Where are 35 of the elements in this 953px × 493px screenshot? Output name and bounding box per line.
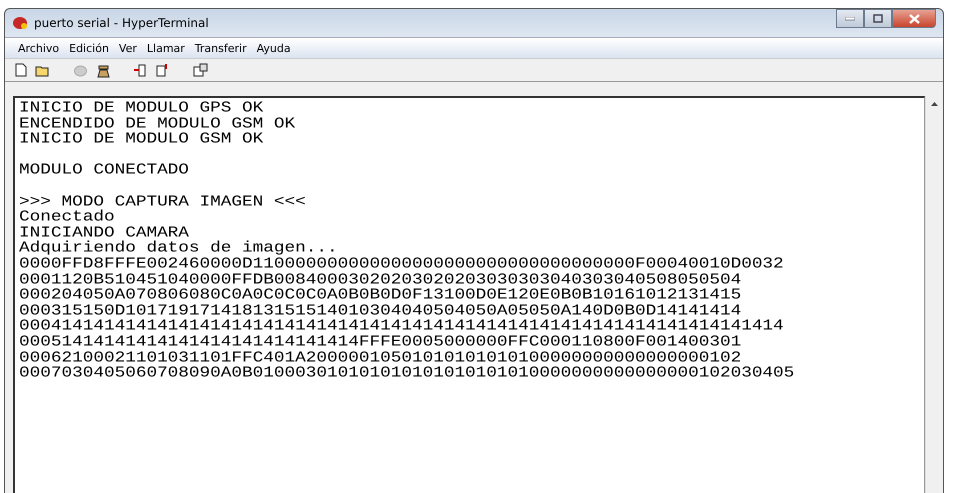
- menu-item[interactable]: Edición: [64, 42, 114, 54]
- terminal-line: 000315150D10171917141813151514010304040504050A05050A140D0B0D14141414: [19, 304, 742, 318]
- terminal-line: 00062100021101031101FFC401A20000010501010101010100000000000000000102: [19, 352, 742, 365]
- terminal-line: INICIO DE MODULO GPS OK: [19, 102, 264, 116]
- maximize-button[interactable]: [864, 9, 892, 28]
- menu-item[interactable]: Transferir: [190, 42, 252, 54]
- terminal-line: >>> MODO CAPTURA IMAGEN <<<: [19, 196, 307, 209]
- terminal-line: Adquiriendo datos de imagen...: [19, 242, 339, 256]
- terminal-line: 0007030405060708090A0B010003010101010101010101010000000000000000102030405: [19, 367, 796, 380]
- terminal-line: MODULO CONECTADO: [19, 164, 190, 178]
- menu-item[interactable]: Llamar: [142, 42, 190, 54]
- terminal-line: INICIANDO CAMARA: [19, 226, 189, 240]
- terminal-line: Conectado: [19, 211, 116, 224]
- telephone-icon: [12, 16, 28, 30]
- menu-item[interactable]: Archivo: [13, 42, 64, 54]
- window-title: puerto serial - HyperTerminal: [34, 16, 209, 30]
- toolbar-button[interactable]: [191, 60, 210, 80]
- terminal-line: INICIO DE MODULO GSM OK: [19, 133, 264, 146]
- menu-item[interactable]: Ayuda: [252, 42, 296, 54]
- close-button[interactable]: [892, 9, 936, 28]
- maximize-icon: [873, 14, 883, 23]
- minimize-button[interactable]: [836, 9, 864, 28]
- scroll-up-icon: [931, 102, 938, 106]
- close-icon: [908, 14, 920, 24]
- terminal-line: 0001120B510451040000FFDB00840003020203020203030303040303040508050504: [19, 274, 742, 287]
- menu-item[interactable]: Ver: [114, 42, 142, 54]
- properties-icon: [193, 63, 208, 77]
- terminal-line: 0000FFD8FFFE002460000D110000000000000000000000000000000000F00040010D0032: [19, 258, 785, 272]
- minimize-icon: [845, 16, 855, 20]
- terminal-line: ENCENDIDO DE MODULO GSM OK: [19, 118, 296, 131]
- terminal-line: 000414141414141414141414141414141414141414141414141414141414141414141414: [19, 320, 785, 334]
- terminal-line: 00051414141414141414141414141414FFFE0005000000FFC000110800F001400301: [19, 336, 742, 350]
- send-document-icon: [133, 64, 148, 76]
- terminal-line: 000204050A070806080C0A0C0C0C0A0B0B0D0F13100D0E120E0B0B10161012131415: [19, 289, 742, 302]
- new-document-icon: [14, 63, 26, 77]
